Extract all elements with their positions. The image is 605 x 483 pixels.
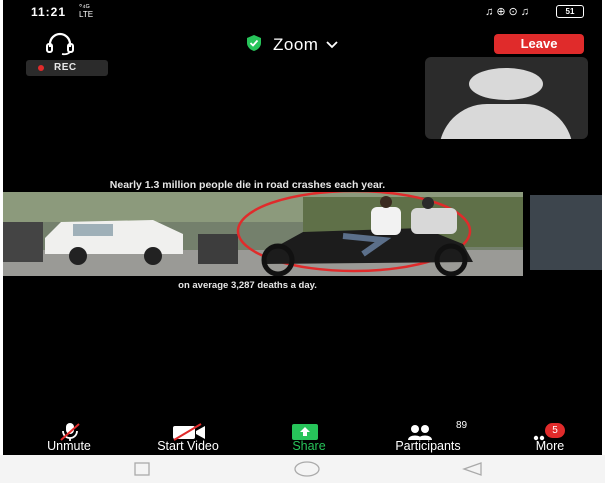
home-icon[interactable] (292, 460, 322, 483)
network-indicator: °⁴ᴳ LTE (79, 4, 94, 19)
chevron-down-icon (326, 36, 339, 54)
app-title: Zoom (273, 35, 319, 54)
shield-check-icon (245, 34, 263, 57)
participant-video-thumbnail[interactable] (425, 57, 588, 139)
meeting-toolbar: Unmute Start Video Share 89 Participants… (3, 420, 602, 455)
recording-label: REC (54, 62, 77, 73)
headset-icon[interactable] (43, 32, 77, 56)
more-badge: 5 (545, 423, 565, 438)
participants-button[interactable]: 89 Participants (373, 420, 483, 455)
network-type-bottom: LTE (79, 10, 94, 19)
avatar-head (469, 68, 543, 100)
status-time: 11:21 (31, 5, 67, 19)
more-label: More (535, 439, 565, 453)
recording-indicator: REC (26, 60, 108, 76)
slide-caption-top: Nearly 1.3 million people die in road cr… (109, 179, 386, 191)
unmute-button[interactable]: Unmute (30, 420, 108, 455)
shared-screen-video (3, 192, 523, 276)
unmute-label: Unmute (47, 439, 91, 453)
back-icon[interactable] (459, 460, 485, 483)
participants-count: 89 (456, 420, 468, 431)
side-video-strip (530, 195, 602, 270)
android-nav-bar (0, 455, 605, 483)
start-video-button[interactable]: Start Video (138, 420, 238, 455)
record-dot-icon (38, 65, 44, 71)
meeting-title[interactable]: Zoom (245, 34, 339, 57)
start-video-label: Start Video (157, 439, 219, 453)
share-label: Share (292, 439, 326, 453)
leave-button[interactable]: Leave (494, 34, 584, 54)
battery-icon: 51 (556, 5, 584, 18)
recent-apps-icon[interactable] (131, 461, 153, 482)
avatar-body (439, 104, 573, 139)
zoom-meeting-screen: 11:21 °⁴ᴳ LTE ♫⊕⊙♫ 51 Zoom Leave REC Nea… (3, 0, 602, 455)
share-button[interactable]: Share (279, 420, 339, 455)
status-bar: 11:21 °⁴ᴳ LTE ♫⊕⊙♫ 51 (3, 0, 602, 24)
phone-frame: 11:21 °⁴ᴳ LTE ♫⊕⊙♫ 51 Zoom Leave REC Nea… (0, 0, 605, 483)
status-icons: ♫⊕⊙♫ (485, 6, 532, 18)
slide-caption-bottom: on average 3,287 deaths a day. (178, 280, 317, 291)
participants-label: Participants (395, 439, 461, 453)
more-button[interactable]: 5 More (520, 420, 580, 455)
